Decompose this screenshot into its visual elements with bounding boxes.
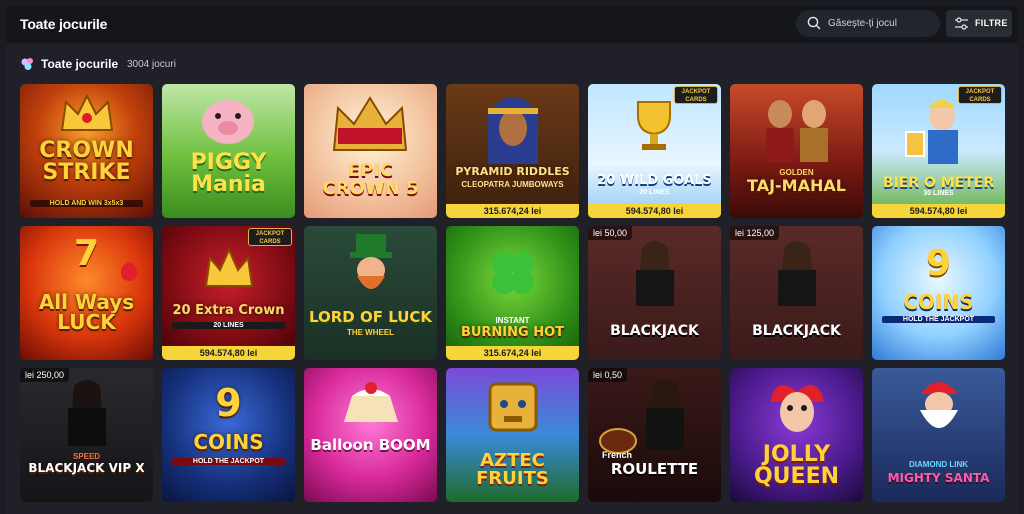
game-tile-mighty-santa[interactable]: DIAMOND LINK MIGHTY SANTA (872, 368, 1005, 502)
game-tile-9-coins-1000[interactable]: 9 COINS HOLD THE JACKPOT (162, 368, 295, 502)
game-tile-bier-o-meter[interactable]: JACKPOT CARDS BIER O METER 30 LINES 594.… (872, 84, 1005, 218)
jackpot-amount: 594.574,80 lei (162, 346, 295, 360)
game-tile-aztec-fruits[interactable]: AZTEC FRUITS (446, 368, 579, 502)
game-title: EPIC CROWN 5 (322, 160, 419, 199)
game-title: ROULETTE (610, 460, 699, 478)
nine-symbol: 9 (925, 243, 952, 284)
game-title: LORD OF LUCK (308, 308, 433, 326)
jackpot-amount: 315.674,24 lei (446, 346, 579, 360)
strawberry-icon (120, 262, 138, 281)
jackpot-amount: 594.574,80 lei (588, 204, 721, 218)
game-title: CROWN STRIKE (39, 138, 134, 185)
game-title: BLACKJACK VIP X (28, 461, 145, 475)
game-subtitle: THE WHEEL (346, 328, 395, 337)
game-title: BIER O METER (882, 175, 995, 191)
section-title: Toate jocurile (41, 57, 119, 71)
game-tile-20-extra-crown[interactable]: JACKPOT CARDS 20 Extra Crown 20 LINES 59… (162, 226, 295, 360)
game-subtitle: CLEOPATRA JUMBOWAYS (461, 180, 564, 189)
game-subtitle: 20 LINES (172, 322, 285, 329)
game-tile-all-ways-luck[interactable]: 7 All Ways LUCK (20, 226, 153, 360)
game-title: COINS (193, 430, 264, 454)
game-subtitle: 20 LINES (639, 189, 670, 196)
min-bet-label: lei 0,50 (588, 368, 628, 382)
games-category-icon (21, 58, 33, 70)
game-tile-crown-strike[interactable]: CROWN STRIKE HOLD AND WIN 3x5x3 (20, 84, 153, 218)
dealer-icon (778, 241, 816, 306)
game-tile-speed-blackjack-vip-x[interactable]: SPEED BLACKJACK VIP X lei 250,00 (20, 368, 153, 502)
jackpot-cards-badge: JACKPOT CARDS (674, 86, 718, 104)
characters-icon (766, 100, 828, 162)
santa-icon (920, 382, 958, 428)
trophy-icon (637, 101, 671, 150)
game-tile-french-roulette[interactable]: French ROULETTE lei 0,50 (588, 368, 721, 502)
min-bet-label: lei 50,00 (588, 226, 633, 240)
game-tile-golden-taj-mahal[interactable]: GOLDEN TAJ-MAHAL (730, 84, 863, 218)
game-tile-lord-of-luck[interactable]: LORD OF LUCK THE WHEEL (304, 226, 437, 360)
game-subtitle: HOLD AND WIN 3x5x3 (30, 200, 143, 207)
game-subtitle: HOLD THE JACKPOT (172, 458, 285, 465)
top-bar: Toate jocurile FILTRE (6, 6, 1018, 42)
page-title: Toate jocurile (20, 16, 108, 32)
crown-icon (60, 93, 114, 131)
game-title: All Ways LUCK (38, 290, 135, 334)
dealer-icon (636, 241, 674, 306)
game-title: 20 Extra Crown (172, 303, 285, 318)
pig-icon (202, 100, 254, 144)
game-tile-9-coins[interactable]: 9 COINS HOLD THE JACKPOT (872, 226, 1005, 360)
game-tile-20-wild-goals[interactable]: JACKPOT CARDS 20 WILD GOALS 20 LINES 594… (588, 84, 721, 218)
game-title: COINS (903, 290, 974, 314)
cake-icon (344, 382, 398, 422)
section-count: 3004 jocuri (127, 59, 176, 70)
jester-icon (770, 384, 824, 432)
games-panel: Toate jocurile 3004 jocuri CROWN STRIKE … (6, 44, 1018, 514)
game-subtitle: HOLD THE JACKPOT (882, 316, 995, 323)
game-tile-blackjack-1[interactable]: BLACKJACK lei 50,00 (588, 226, 721, 360)
leprechaun-icon (350, 234, 392, 289)
filter-label: FILTRE (975, 18, 1008, 28)
game-title: PYRAMID RIDDLES (455, 165, 570, 178)
game-title: MIGHTY SANTA (887, 471, 990, 485)
cleopatra-icon (488, 97, 538, 164)
game-title: PIGGY Mania (190, 150, 267, 197)
min-bet-label: lei 250,00 (20, 368, 70, 382)
game-tile-burning-hot[interactable]: INSTANT BURNING HOT 315.674,24 lei (446, 226, 579, 360)
game-title: BLACKJACK (752, 323, 841, 339)
jackpot-amount: 315.674,24 lei (446, 204, 579, 218)
game-title: TAJ-MAHAL (747, 176, 846, 195)
nine-symbol: 9 (215, 381, 242, 425)
jackpot-amount: 594.574,80 lei (872, 204, 1005, 218)
game-tile-pyramid-riddles[interactable]: PYRAMID RIDDLES CLEOPATRA JUMBOWAYS 315.… (446, 84, 579, 218)
game-title: Balloon BOOM (310, 436, 431, 454)
game-tile-piggy-mania[interactable]: PIGGY Mania (162, 84, 295, 218)
game-subtitle: 30 LINES (923, 190, 954, 197)
game-subtitle: INSTANT (495, 316, 530, 325)
game-title: BLACKJACK (610, 323, 699, 339)
game-title: BURNING HOT (460, 325, 565, 340)
game-title: AZTEC FRUITS (476, 450, 549, 489)
search-input[interactable] (828, 13, 933, 34)
crown-icon (204, 247, 254, 287)
game-title: 20 WILD GOALS (597, 173, 712, 188)
game-subtitle: DIAMOND LINK (908, 460, 969, 469)
min-bet-label: lei 125,00 (730, 226, 780, 240)
aztec-mask-icon (488, 382, 538, 432)
search-icon (807, 16, 821, 30)
game-subtitle: French (602, 450, 633, 460)
game-tile-jolly-queen[interactable]: JOLLY QUEEN (730, 368, 863, 502)
search-box[interactable] (796, 10, 940, 37)
clover-icon (492, 252, 534, 294)
crown-icon (332, 96, 408, 151)
game-tile-epic-crown-5[interactable]: EPIC CROWN 5 (304, 84, 437, 218)
game-tile-blackjack-2[interactable]: BLACKJACK lei 125,00 (730, 226, 863, 360)
dealer-icon (646, 379, 684, 450)
dealer-icon (68, 380, 106, 446)
filter-sliders-icon (955, 17, 968, 30)
jackpot-cards-badge: JACKPOT CARDS (248, 228, 292, 246)
barmaid-icon (905, 100, 958, 164)
game-tile-balloon-boom[interactable]: Balloon BOOM (304, 368, 437, 502)
filter-button[interactable]: FILTRE (946, 10, 1012, 37)
game-subtitle: SPEED (72, 452, 101, 461)
game-title: JOLLY QUEEN (753, 442, 840, 489)
